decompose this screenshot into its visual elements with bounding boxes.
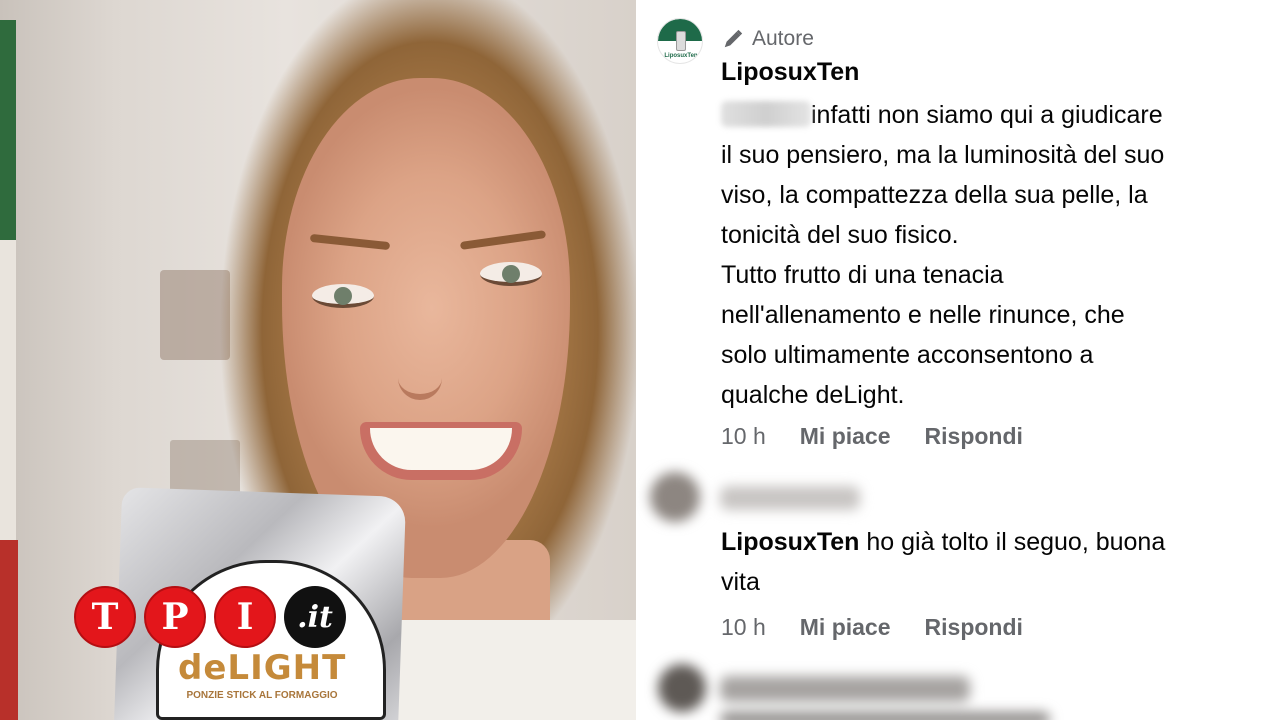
- smile: [360, 422, 522, 480]
- comment-line-2: il suo pensiero, ma la luminosità del su…: [721, 141, 1165, 169]
- snack-bag-subtitle: PONZIE STICK AL FORMAGGIO: [186, 690, 338, 701]
- flag-red-stripe: [0, 540, 18, 720]
- snack-bag-brand: deLIGHT: [178, 648, 347, 688]
- comment-line-1-text: infatti non siamo qui a giudicare: [811, 101, 1163, 129]
- author-avatar[interactable]: LiposuxTen: [657, 18, 703, 64]
- panel-divider: [636, 0, 639, 720]
- blurred-avatar: [650, 472, 700, 522]
- blurred-mention: [721, 101, 811, 127]
- author-badge-label: Autore: [752, 27, 814, 50]
- reply-author-name[interactable]: LiposuxTen: [721, 528, 859, 556]
- like-button[interactable]: Mi piace: [800, 423, 891, 450]
- author-badge: Autore: [722, 27, 814, 51]
- flag-green-stripe: [0, 20, 16, 240]
- comment-text: infatti non siamo qui a giudicare il suo…: [721, 95, 1271, 415]
- comment-line-5: Tutto frutto di una tenacia: [721, 261, 1004, 289]
- avatar-logo-text: LiposuxTen: [664, 53, 698, 59]
- reply-text-line-1: ho già tolto il seguo, buona: [866, 528, 1166, 556]
- tpi-logo-letter-t: T: [74, 586, 136, 648]
- comment-line-1: infatti non siamo qui a giudicare: [721, 95, 1271, 135]
- bottle-icon: [676, 31, 686, 51]
- comments-panel: LiposuxTen Autore LiposuxTen infatti non…: [636, 0, 1280, 720]
- tpi-logo-letter-p: P: [144, 586, 206, 648]
- nose: [398, 330, 442, 400]
- blurred-avatar-bottom: [658, 664, 706, 712]
- reply-timestamp: 10 h: [721, 614, 766, 640]
- right-eye: [480, 262, 542, 286]
- reply-button[interactable]: Rispondi: [925, 423, 1023, 450]
- tpi-logo-suffix: .it: [284, 586, 346, 648]
- reply-like-button[interactable]: Mi piace: [800, 614, 891, 641]
- flag-white-stripe: [0, 240, 16, 540]
- reply-actions: 10 h Mi piace Rispondi: [721, 614, 1023, 641]
- blurred-name: [720, 486, 860, 510]
- comment-author-name[interactable]: LiposuxTen: [721, 58, 859, 87]
- comment-actions: 10 h Mi piace Rispondi: [721, 423, 1023, 450]
- reply-reply-button[interactable]: Rispondi: [925, 614, 1023, 641]
- comment-line-7: solo ultimamente acconsentono a: [721, 341, 1094, 369]
- pencil-icon: [724, 29, 743, 48]
- comment-line-6: nell'allenamento e nelle rinunce, che: [721, 301, 1125, 329]
- tpi-logo-letter-i: I: [214, 586, 276, 648]
- shirt: [380, 620, 636, 720]
- comment-timestamp: 10 h: [721, 423, 766, 449]
- comment-line-8: qualche deLight.: [721, 381, 905, 409]
- left-eye: [312, 284, 374, 308]
- tpi-logo: T P I .it: [74, 586, 346, 648]
- comment-line-3: viso, la compattezza della sua pelle, la: [721, 181, 1148, 209]
- comment-line-4: tonicità del suo fisico.: [721, 221, 959, 249]
- reply-text: LiposuxTen ho già tolto il seguo, buona …: [721, 522, 1266, 602]
- post-photo[interactable]: deLIGHT PONZIE STICK AL FORMAGGIO T P I …: [0, 0, 636, 720]
- reply-text-line-2: vita: [721, 568, 760, 596]
- blurred-text-bottom: [720, 712, 1050, 720]
- blurred-name-bottom: [720, 676, 970, 702]
